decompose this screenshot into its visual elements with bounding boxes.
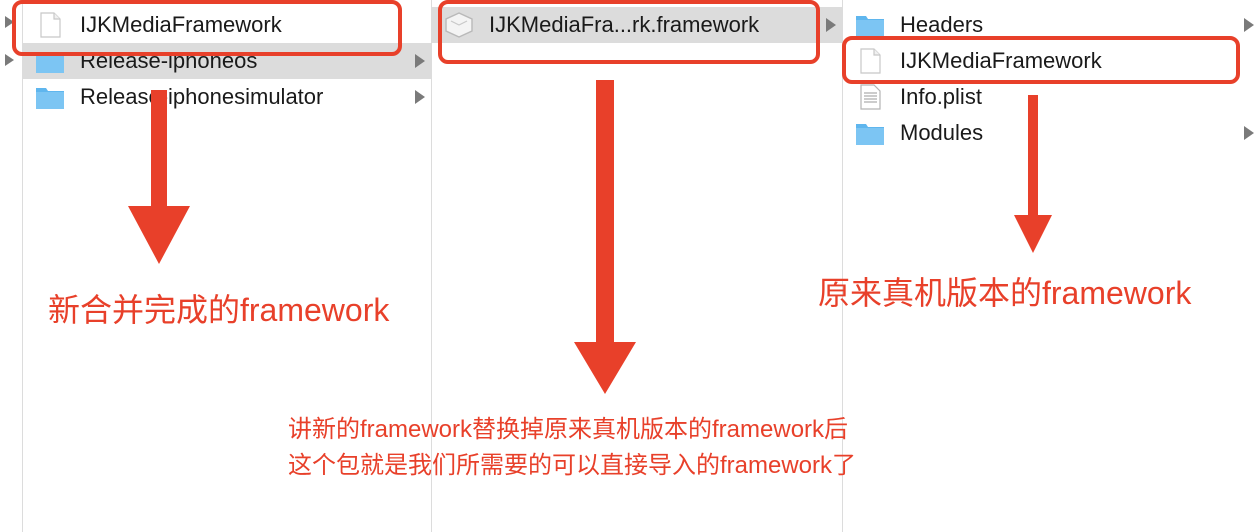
folder-icon <box>856 16 884 37</box>
highlight-box-merged <box>12 0 402 56</box>
list-item-label: Release-iphonesimulator <box>80 84 324 109</box>
browser-column-parent <box>0 0 23 532</box>
list-item-label: Headers <box>900 12 984 37</box>
list-item[interactable]: Release-iphonesimulator <box>23 79 431 115</box>
annotation-note-line2: 这个包就是我们所需要的可以直接导入的framework了 <box>288 452 857 479</box>
arrow-down-icon <box>128 90 190 264</box>
folder-icon <box>856 124 884 145</box>
plist-icon <box>860 84 881 110</box>
chevron-right-icon <box>415 90 425 104</box>
annotation-original: 原来真机版本的framework <box>818 275 1192 311</box>
arrow-down-icon <box>1014 95 1052 253</box>
annotation-merged: 新合并完成的framework <box>48 292 390 328</box>
folder-icon <box>36 88 64 109</box>
highlight-box-original <box>842 36 1240 84</box>
chevron-right-icon <box>1244 126 1254 140</box>
chevron-right-icon <box>415 54 425 68</box>
chevron-right-icon <box>1244 18 1254 32</box>
highlight-box-framework <box>438 0 820 64</box>
list-item-label: Modules <box>900 120 984 145</box>
annotation-note-line1: 讲新的framework替换掉原来真机版本的framework后 <box>288 416 849 443</box>
arrow-down-icon <box>574 80 636 394</box>
list-item-label: Info.plist <box>900 84 982 109</box>
chevron-right-icon <box>826 18 836 32</box>
disclosure-chevron-icon[interactable] <box>5 54 14 66</box>
